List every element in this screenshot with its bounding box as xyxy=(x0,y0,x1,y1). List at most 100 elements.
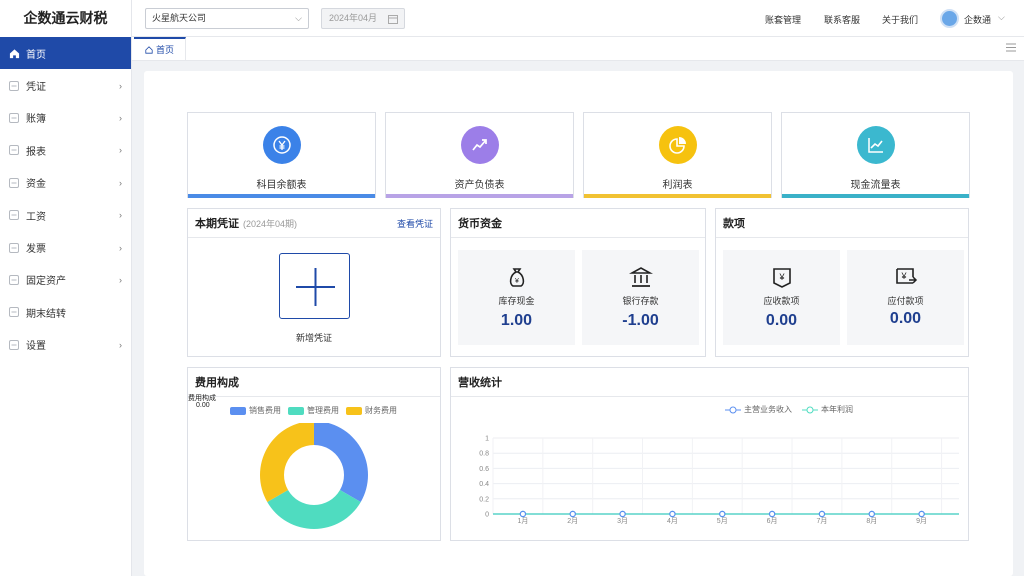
data-point[interactable] xyxy=(868,510,875,518)
bank-card[interactable]: 银行存款 -1.00 xyxy=(582,250,699,345)
sidebar-item-8[interactable]: 期末结转 xyxy=(0,296,131,328)
sidebar-item-0[interactable]: 首页 xyxy=(0,37,131,70)
legend-item[interactable]: 财务费用 xyxy=(346,405,397,416)
sidebar-item-label: 账簿 xyxy=(26,114,46,126)
cash-value: 1.00 xyxy=(500,312,533,329)
contact-support-link[interactable]: 联系客服 xyxy=(824,13,860,26)
top-bar: 火星航天公司 ⌵ 2024年04月 账套管理 联系客服 关于我们 企数通 ⌵ xyxy=(132,0,1024,37)
yuan-icon xyxy=(273,136,291,154)
panel-header: 营收统计 xyxy=(451,368,968,397)
sidebar-item-5[interactable]: 工资 › xyxy=(0,199,131,231)
bank-value: -1.00 xyxy=(622,312,659,329)
quick-card-label: 现金流量表 xyxy=(850,180,901,191)
legend-item[interactable]: 销售费用 xyxy=(230,405,281,416)
user-name[interactable]: 企数通 xyxy=(964,13,991,26)
data-point[interactable] xyxy=(619,510,626,518)
x-tick-label: 5月 xyxy=(717,517,728,525)
quick-card-icon-bg xyxy=(659,126,697,164)
data-point[interactable] xyxy=(519,510,527,518)
monetary-funds-panel: 货币资金 ¥ 库存现金 1.00 银行存款 -1.00 xyxy=(450,208,706,357)
sidebar-item-6[interactable]: 发票 › xyxy=(0,231,131,263)
tab-bar: 首页 xyxy=(132,37,1024,61)
data-point[interactable] xyxy=(768,510,776,518)
quick-card-cashflow[interactable]: 现金流量表 xyxy=(781,112,970,198)
legend-swatch xyxy=(346,406,362,415)
sidebar-item-label: 发票 xyxy=(26,244,46,256)
period-picker[interactable]: 2024年04月 xyxy=(321,8,405,29)
expense-legend: 销售费用 管理费用 财务费用 xyxy=(230,405,397,416)
data-point[interactable] xyxy=(918,510,925,518)
view-voucher-link[interactable]: 查看凭证 xyxy=(397,217,433,230)
data-point[interactable] xyxy=(569,510,576,518)
add-voucher-button[interactable] xyxy=(279,253,350,319)
quick-card-bar xyxy=(584,194,771,198)
expense-donut-chart xyxy=(260,423,368,529)
quick-card-icon-bg xyxy=(857,126,895,164)
company-select[interactable]: 火星航天公司 ⌵ xyxy=(145,8,309,29)
voucher-panel: 本期凭证 (2024年04期) 查看凭证 新增凭证 xyxy=(187,208,441,357)
avatar[interactable] xyxy=(940,9,959,28)
payable-card[interactable]: ¥ 应付款项 0.00 xyxy=(847,250,964,345)
y-tick-label: 0.4 xyxy=(479,481,489,488)
app-logo: 企数通云财税 xyxy=(23,10,108,26)
quick-card-balance-sheet[interactable]: 资产负债表 xyxy=(385,112,574,198)
sidebar-item-label: 固定资产 xyxy=(26,276,66,288)
panel-title: 货币资金 xyxy=(458,218,502,230)
sidebar-item-label: 期末结转 xyxy=(26,308,66,320)
panel-title: 款项 xyxy=(723,218,745,230)
data-point[interactable] xyxy=(669,510,676,518)
donut-slice[interactable] xyxy=(314,423,368,502)
period-value: 2024年04月 xyxy=(329,13,378,23)
chevron-down-icon[interactable]: ⌵ xyxy=(998,12,1005,23)
cash-card[interactable]: ¥ 库存现金 1.00 xyxy=(458,250,575,345)
legend-swatch xyxy=(230,406,246,415)
bank-label: 银行存款 xyxy=(622,296,659,306)
quick-card-label: 利润表 xyxy=(662,180,693,191)
voucher-period: (2024年04期) xyxy=(243,218,298,229)
report-icon xyxy=(8,144,20,156)
donut-slice[interactable] xyxy=(267,489,361,529)
chart-subtitle: 0.00 xyxy=(196,402,210,409)
svg-text:¥: ¥ xyxy=(778,272,785,282)
sidebar-item-7[interactable]: 固定资产 › xyxy=(0,264,131,296)
ledger-icon xyxy=(8,112,20,124)
sidebar-item-4[interactable]: 资金 › xyxy=(0,167,131,199)
quick-card-label: 资产负债表 xyxy=(454,180,505,191)
quick-card-balance[interactable]: 科目余额表 xyxy=(187,112,376,198)
legend-label: 销售费用 xyxy=(249,406,281,415)
sidebar-item-3[interactable]: 报表 › xyxy=(0,134,131,166)
sidebar-item-9[interactable]: 设置 › xyxy=(0,329,131,361)
svg-text:¥: ¥ xyxy=(515,278,519,285)
quick-card-bar xyxy=(386,194,573,198)
donut-slice[interactable] xyxy=(260,423,314,503)
quick-card-bar xyxy=(188,194,375,198)
panel-title: 营收统计 xyxy=(458,377,502,389)
legend-item[interactable]: 管理费用 xyxy=(288,405,339,416)
bank-icon xyxy=(628,267,653,287)
receivable-card[interactable]: ¥ 应收款项 0.00 xyxy=(723,250,840,345)
voucher-icon xyxy=(8,80,20,92)
trend-icon xyxy=(472,139,487,151)
panel-header: 款项 xyxy=(716,209,968,238)
menu-icon[interactable] xyxy=(1006,43,1016,55)
sidebar-item-1[interactable]: 凭证 › xyxy=(0,69,131,101)
receivables-panel: 款项 ¥ 应收款项 0.00 ¥ 应付款项 0.00 xyxy=(715,208,969,357)
revenue-panel: 营收统计 主营业务收入 本年利润 0 0.2 0.4 0.6 0.8 1 1月 2月 3月 4月 5月… xyxy=(450,367,969,541)
sidebar-item-2[interactable]: 账簿 › xyxy=(0,102,131,134)
quick-card-income[interactable]: 利润表 xyxy=(583,112,772,198)
data-point[interactable] xyxy=(719,510,726,518)
about-us-link[interactable]: 关于我们 xyxy=(882,13,918,26)
quick-card-bar xyxy=(782,194,969,198)
revenue-line-chart: 0 0.2 0.4 0.6 0.8 1 1月 2月 3月 4月 5月 6月 7月 8月 9月 xyxy=(479,436,959,525)
tab-home[interactable]: 首页 xyxy=(134,37,186,60)
account-set-link[interactable]: 账套管理 xyxy=(765,13,801,26)
chevron-right-icon: › xyxy=(119,80,122,91)
chevron-down-icon: ⌵ xyxy=(295,13,302,23)
chevron-right-icon: › xyxy=(119,210,122,221)
x-tick-label: 6月 xyxy=(767,517,778,525)
data-point[interactable] xyxy=(818,510,826,518)
tab-label: 首页 xyxy=(155,45,174,55)
receivable-value: 0.00 xyxy=(765,312,798,329)
chevron-right-icon: › xyxy=(119,145,122,156)
settings-icon xyxy=(8,339,20,351)
